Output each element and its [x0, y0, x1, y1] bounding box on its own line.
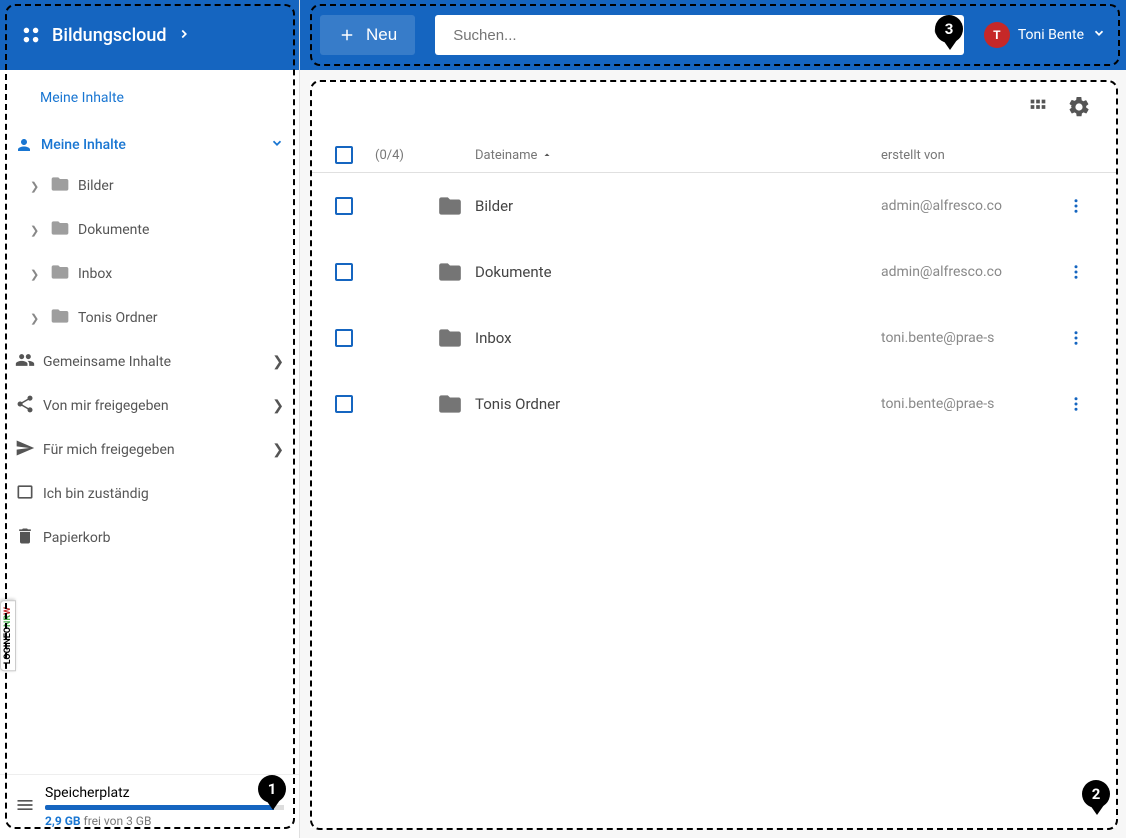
row-created-by: admin@alfresco.co — [881, 264, 1061, 280]
content: (0/4) Dateiname erstellt von Bilder admi… — [300, 70, 1126, 838]
chevron-right-icon: ❯ — [272, 442, 284, 458]
folder-icon — [50, 218, 70, 242]
storage-area: Speicherplatz 2,9 GB frei von 3 GB — [0, 774, 299, 838]
user-name: Toni Bente — [1018, 27, 1084, 43]
chevron-right-icon: ❯ — [272, 354, 284, 370]
folder-icon — [50, 174, 70, 198]
row-more-icon[interactable] — [1061, 263, 1091, 281]
row-name: Bilder — [475, 197, 881, 215]
new-button-label: Neu — [366, 25, 397, 45]
row-checkbox[interactable] — [335, 197, 353, 215]
gear-icon[interactable] — [1067, 95, 1091, 123]
storage-bar — [45, 805, 284, 810]
nav-ich-bin-zustaendig[interactable]: Ich bin zuständig — [0, 472, 299, 516]
nav-gemeinsame-inhalte[interactable]: Gemeinsame Inhalte ❯ — [0, 340, 299, 384]
folder-tree: Meine Inhalte ❯ Bilder ❯ Dokumente — [0, 126, 299, 774]
row-checkbox[interactable] — [335, 395, 353, 413]
search-input[interactable] — [445, 27, 932, 44]
panel-toolbar — [310, 80, 1116, 138]
col-header-name[interactable]: Dateiname — [475, 148, 881, 163]
table-row[interactable]: Inbox toni.bente@prae-s — [310, 305, 1116, 371]
select-all-checkbox[interactable] — [335, 146, 353, 164]
tree-root-meine-inhalte[interactable]: Meine Inhalte — [0, 126, 299, 164]
row-name: Dokumente — [475, 263, 881, 281]
tree-item-dokumente[interactable]: ❯ Dokumente — [0, 208, 299, 252]
row-more-icon[interactable] — [1061, 329, 1091, 347]
sort-asc-icon — [541, 149, 553, 161]
nav-von-mir-freigegeben[interactable]: Von mir freigegeben ❯ — [0, 384, 299, 428]
chevron-right-icon — [177, 25, 191, 46]
sidebar: Bildungscloud Meine Inhalte Meine Inhalt… — [0, 0, 300, 838]
chevron-right-icon: ❯ — [30, 268, 42, 281]
share-icon — [15, 394, 35, 418]
trash-icon — [15, 526, 35, 550]
tree-root-label: Meine Inhalte — [41, 137, 262, 153]
menu-icon[interactable] — [15, 795, 35, 819]
square-icon — [15, 482, 35, 506]
folder-icon — [50, 262, 70, 286]
search-icon[interactable] — [932, 22, 954, 48]
tree-item-tonis-ordner[interactable]: ❯ Tonis Ordner — [0, 296, 299, 340]
table-row[interactable]: Tonis Ordner toni.bente@prae-s — [310, 371, 1116, 437]
chevron-right-icon: ❯ — [30, 312, 42, 325]
logo-icon — [20, 24, 42, 46]
chevron-down-icon — [1092, 26, 1106, 44]
search-container — [435, 15, 964, 55]
row-more-icon[interactable] — [1061, 197, 1091, 215]
app-title: Bildungscloud — [52, 25, 167, 46]
chevron-down-icon — [270, 136, 284, 154]
selection-count: (0/4) — [375, 148, 425, 163]
user-menu[interactable]: T Toni Bente — [984, 22, 1106, 48]
row-created-by: toni.bente@prae-s — [881, 330, 1061, 346]
main-area: Neu T Toni Bente — [300, 0, 1126, 838]
folder-icon — [50, 306, 70, 330]
tree-item-inbox[interactable]: ❯ Inbox — [0, 252, 299, 296]
topbar: Neu T Toni Bente — [300, 0, 1126, 70]
table-row[interactable]: Dokumente admin@alfresco.co — [310, 239, 1116, 305]
table-row[interactable]: Bilder admin@alfresco.co — [310, 173, 1116, 239]
row-created-by: admin@alfresco.co — [881, 198, 1061, 214]
row-more-icon[interactable] — [1061, 395, 1091, 413]
folder-icon — [425, 259, 475, 285]
nav-papierkorb[interactable]: Papierkorb — [0, 516, 299, 560]
storage-text: 2,9 GB frei von 3 GB — [45, 814, 284, 828]
row-checkbox[interactable] — [335, 329, 353, 347]
row-name: Tonis Ordner — [475, 395, 881, 413]
folder-icon — [425, 193, 475, 219]
storage-label: Speicherplatz — [45, 785, 284, 801]
tree-item-bilder[interactable]: ❯ Bilder — [0, 164, 299, 208]
chevron-right-icon: ❯ — [30, 180, 42, 193]
breadcrumb[interactable]: Meine Inhalte — [0, 70, 299, 126]
col-header-created[interactable]: erstellt von — [881, 148, 1061, 163]
chevron-right-icon: ❯ — [30, 224, 42, 237]
nav-fuer-mich-freigegeben[interactable]: Für mich freigegeben ❯ — [0, 428, 299, 472]
grid-view-icon[interactable] — [1027, 96, 1049, 122]
chevron-right-icon: ❯ — [272, 398, 284, 414]
row-name: Inbox — [475, 329, 881, 347]
table-body: Bilder admin@alfresco.co Dokumente admin… — [310, 173, 1116, 437]
sidebar-header[interactable]: Bildungscloud — [0, 0, 299, 70]
folder-icon — [425, 325, 475, 351]
send-icon — [15, 438, 35, 462]
avatar: T — [984, 22, 1010, 48]
group-icon — [15, 350, 35, 374]
new-button[interactable]: Neu — [320, 15, 415, 55]
row-created-by: toni.bente@prae-s — [881, 396, 1061, 412]
file-panel: (0/4) Dateiname erstellt von Bilder admi… — [310, 80, 1116, 828]
row-checkbox[interactable] — [335, 263, 353, 281]
folder-icon — [425, 391, 475, 417]
logineo-tab[interactable]: LOGINEONRW — [0, 600, 16, 671]
table-header: (0/4) Dateiname erstellt von — [310, 138, 1116, 173]
